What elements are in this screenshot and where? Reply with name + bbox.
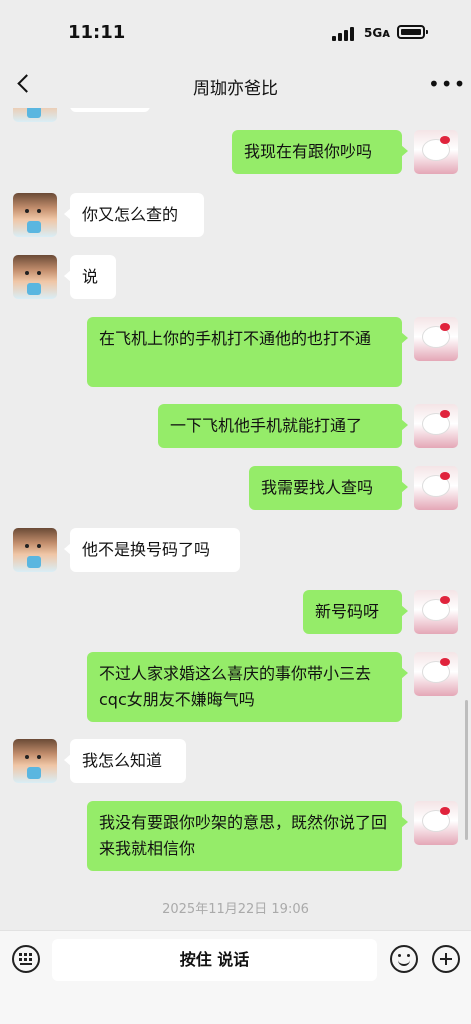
contact-avatar[interactable]: [13, 108, 57, 122]
message-bubble[interactable]: 他不是换号码了吗: [64, 528, 240, 572]
battery-icon: [397, 25, 428, 39]
message-bubble[interactable]: 说: [64, 255, 116, 299]
hold-to-talk-button[interactable]: 按住 说话: [52, 939, 377, 981]
message-bubble[interactable]: 一下飞机他手机就能打通了: [158, 404, 408, 448]
message-bubble[interactable]: 在飞机上你的手机打不通他的也打不通: [87, 317, 408, 387]
status-bar: 11:11 5Gᴀ: [0, 0, 471, 62]
message-bubble[interactable]: [70, 108, 150, 112]
network-type: 5Gᴀ: [364, 26, 391, 40]
contact-avatar[interactable]: [13, 255, 57, 299]
signal-icon: [332, 26, 358, 41]
message-bubble[interactable]: 我现在有跟你吵吗: [232, 130, 408, 174]
my-avatar[interactable]: [414, 466, 458, 510]
my-avatar[interactable]: [414, 590, 458, 634]
input-bar: 按住 说话: [0, 930, 471, 1024]
status-time: 11:11: [68, 22, 126, 43]
message-bubble[interactable]: 你又怎么查的: [64, 193, 204, 237]
message-bubble[interactable]: 我需要找人查吗: [249, 466, 408, 510]
my-avatar[interactable]: [414, 801, 458, 845]
plus-icon[interactable]: [432, 945, 460, 973]
contact-avatar[interactable]: [13, 193, 57, 237]
message-bubble[interactable]: 我怎么知道: [64, 739, 186, 783]
my-avatar[interactable]: [414, 404, 458, 448]
timestamp: 2025年11月22日 19:06: [162, 902, 309, 917]
my-avatar[interactable]: [414, 652, 458, 696]
contact-avatar[interactable]: [13, 739, 57, 783]
message-bubble[interactable]: 我没有要跟你吵架的意思，既然你说了回来我就相信你: [87, 801, 408, 871]
message-bubble[interactable]: 新号码呀: [303, 590, 408, 634]
contact-avatar[interactable]: [13, 528, 57, 572]
chat-title: 周珈亦爸比: [193, 79, 278, 99]
chat-header: 周珈亦爸比 •••: [0, 62, 471, 108]
my-avatar[interactable]: [414, 317, 458, 361]
my-avatar[interactable]: [414, 130, 458, 174]
more-icon[interactable]: •••: [428, 72, 465, 96]
message-list[interactable]: 我现在有跟你吵吗 你又怎么查的 说 在飞机上你的手机打不通他的也打不通 一下飞机…: [0, 108, 471, 930]
scrollbar[interactable]: [465, 700, 468, 840]
keyboard-icon[interactable]: [12, 945, 40, 973]
message-bubble[interactable]: 不过人家求婚这么喜庆的事你带小三去cqc女朋友不嫌晦气吗: [87, 652, 408, 722]
emoji-icon[interactable]: [390, 945, 418, 973]
